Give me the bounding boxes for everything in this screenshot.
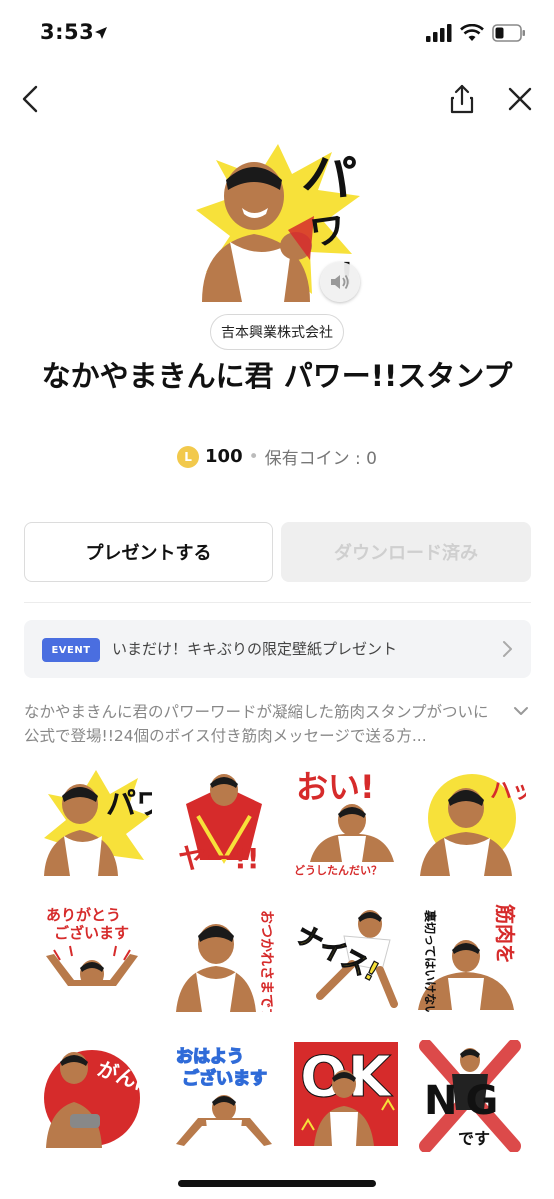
svg-text:ワ: ワ: [307, 209, 348, 255]
speaker-icon: [331, 274, 349, 290]
location-arrow-icon: [95, 27, 107, 39]
sticker-item[interactable]: おい! どうしたんだい？: [290, 764, 402, 876]
sticker-item[interactable]: おはよう ございます: [168, 1040, 280, 1152]
price-separator: •: [248, 446, 259, 467]
chevron-left-icon: [22, 85, 38, 113]
divider: [24, 602, 531, 603]
price-row: L 100 • 保有コイン : 0: [0, 444, 554, 469]
sticker-description: なかやまきんに君のパワーワードが凝縮した筋肉スタンプがついに公式で登場!!24個…: [24, 703, 489, 745]
share-icon: [450, 84, 474, 114]
sticker-text: ありがとう: [46, 906, 121, 924]
sticker-text: おはよう: [176, 1047, 244, 1067]
coin-balance: 保有コイン : 0: [264, 449, 377, 469]
close-button[interactable]: [502, 80, 538, 118]
status-bar: 3:53: [0, 0, 554, 70]
battery-icon: [492, 24, 525, 42]
sticker-text: おい!: [296, 768, 375, 806]
sticker-item[interactable]: パワー!!: [40, 764, 152, 876]
sticker-item[interactable]: ハッ: [414, 764, 526, 876]
publisher-name: 吉本興業株式会社: [221, 325, 333, 341]
event-banner[interactable]: EVENT いまだけ！キキぶりの限定壁紙プレゼント: [24, 620, 531, 678]
home-indicator: [178, 1180, 376, 1187]
sticker-text: パワー!!: [106, 787, 152, 822]
sticker-subtext: ございます: [182, 1068, 267, 1089]
sticker-subtext: です: [458, 1129, 490, 1148]
status-time: 3:53: [40, 20, 95, 44]
sticker-item[interactable]: OK: [290, 1040, 402, 1152]
event-badge: EVENT: [42, 638, 100, 662]
sticker-text: おつかれさまです: [258, 910, 274, 1012]
sticker-item[interactable]: おつかれさまです: [168, 900, 280, 1012]
sticker-text: 裏切ってはいけない: [423, 909, 438, 1012]
cellular-signal-icon: [426, 24, 452, 42]
sticker-item[interactable]: 裏切ってはいけない 筋肉を: [414, 900, 526, 1012]
price-amount: 100: [205, 446, 243, 467]
sticker-item[interactable]: ヤー!!: [168, 764, 280, 876]
sticker-text: NG: [424, 1078, 506, 1124]
share-button[interactable]: [444, 80, 480, 118]
sticker-text: ヤー!!: [178, 842, 260, 875]
sticker-item[interactable]: がんばろう: [40, 1040, 152, 1152]
page-title: なかやまきんに君 パワー!!スタンプ: [41, 359, 513, 393]
wifi-icon: [460, 24, 484, 41]
status-icons: [426, 24, 526, 42]
sound-play-button[interactable]: [320, 262, 360, 302]
sticker-subtext: ございます: [54, 924, 129, 942]
sticker-item[interactable]: ナイス!: [290, 900, 402, 1012]
close-icon: [508, 87, 532, 111]
sticker-item[interactable]: NG です: [414, 1040, 526, 1152]
coin-icon: L: [177, 445, 200, 468]
back-button[interactable]: [14, 80, 50, 118]
nav-bar: [0, 76, 554, 122]
chevron-down-icon[interactable]: [512, 702, 530, 720]
sticker-item[interactable]: ありがとう ございます: [40, 900, 152, 1012]
event-text: いまだけ！キキぶりの限定壁紙プレゼント: [112, 640, 398, 658]
sticker-text: ハッ: [490, 779, 526, 804]
chevron-right-icon: [503, 641, 512, 657]
sticker-subtext: どうしたんだい？: [294, 864, 382, 876]
sticker-subtext: 筋肉を: [493, 904, 517, 964]
present-button[interactable]: プレゼントする: [24, 522, 273, 582]
downloaded-button[interactable]: ダウンロード済み: [281, 522, 531, 582]
publisher-chip[interactable]: 吉本興業株式会社: [210, 314, 344, 350]
